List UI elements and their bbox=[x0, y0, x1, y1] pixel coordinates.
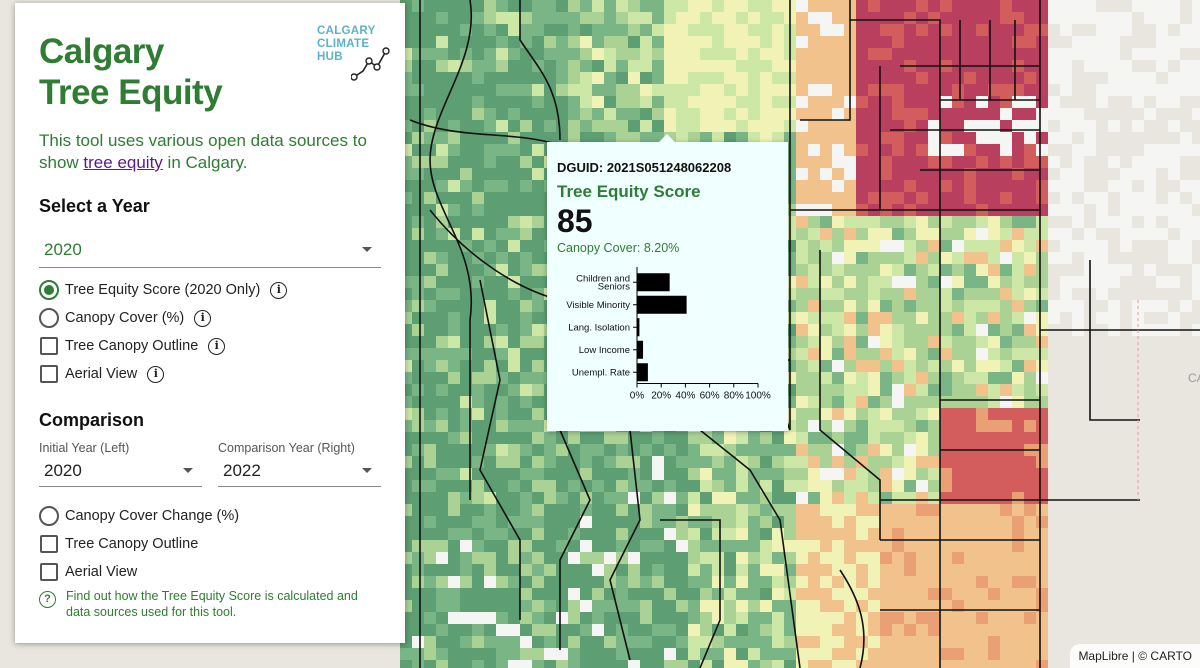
comparison-layer-label: Canopy Cover Change (%) bbox=[65, 508, 240, 524]
map-label: CARTO bbox=[1188, 371, 1200, 385]
layer-option-tree-canopy-outline[interactable]: Tree Canopy Outline i bbox=[39, 332, 381, 360]
chevron-down-icon bbox=[362, 247, 372, 252]
radio-canopy-cover[interactable] bbox=[39, 308, 59, 328]
radio-canopy-cover-change[interactable] bbox=[39, 506, 59, 526]
comparison-options: Canopy Cover Change (%) Tree Canopy Outl… bbox=[39, 502, 381, 586]
map-popup: DGUID: 2021S051248062208 Tree Equity Sco… bbox=[547, 134, 788, 431]
side-panel: Calgary Tree Equity CALGARY CLIMATE HUB … bbox=[15, 3, 405, 643]
chart-x-tick-label: 0% bbox=[630, 391, 645, 402]
chart-x-tick-label: 100% bbox=[745, 391, 771, 402]
checkbox-comparison-tree-canopy-outline[interactable] bbox=[40, 535, 58, 553]
popup-score: 85 bbox=[557, 203, 593, 239]
comparison-option-canopy-change[interactable]: Canopy Cover Change (%) bbox=[39, 502, 381, 530]
calgary-climate-hub-logo[interactable]: CALGARY CLIMATE HUB bbox=[317, 25, 390, 81]
initial-year-group: Initial Year (Left) 2020 bbox=[39, 441, 202, 487]
year-heading: Select a Year bbox=[39, 196, 150, 216]
layer-option-tree-equity-score[interactable]: Tree Equity Score (2020 Only) i bbox=[39, 276, 381, 304]
checkbox-aerial-view[interactable] bbox=[40, 365, 58, 383]
layer-label: Tree Canopy Outline bbox=[65, 338, 199, 354]
comparison-year-select[interactable]: 2022 bbox=[218, 455, 381, 487]
network-icon bbox=[351, 47, 390, 81]
tree-equity-link[interactable]: tree equity bbox=[83, 153, 162, 172]
comparison-year-group: Comparison Year (Right) 2022 bbox=[218, 441, 381, 487]
layer-label: Aerial View bbox=[65, 366, 138, 382]
intro-text: This tool uses various open data sources… bbox=[39, 130, 379, 174]
chart-category-label: Seniors bbox=[598, 281, 630, 292]
layer-label: Tree Equity Score (2020 Only) bbox=[65, 282, 261, 298]
chart-category-label: Visible Minority bbox=[566, 300, 630, 311]
info-icon[interactable]: i bbox=[194, 309, 212, 327]
layer-option-canopy-cover[interactable]: Canopy Cover (%) i bbox=[39, 304, 381, 332]
help-icon: ? bbox=[39, 591, 56, 608]
logo-line-1: CALGARY bbox=[317, 25, 376, 37]
comparison-selects: Initial Year (Left) 2020 Comparison Year… bbox=[39, 441, 381, 487]
year-select[interactable]: 2020 bbox=[39, 232, 381, 268]
chart-bar bbox=[637, 340, 644, 359]
chart-category-label: Unempl. Rate bbox=[572, 367, 630, 378]
popup-canopy-cover: Canopy Cover: 8.20% bbox=[557, 241, 680, 255]
chevron-down-icon bbox=[362, 468, 372, 473]
comparison-heading: Comparison bbox=[39, 410, 145, 430]
initial-year-select[interactable]: 2020 bbox=[39, 455, 202, 487]
chart-bar bbox=[637, 363, 648, 382]
layer-options: Tree Equity Score (2020 Only) i Canopy C… bbox=[39, 276, 381, 388]
methodology-note-text: Find out how the Tree Equity Score is ca… bbox=[66, 589, 358, 619]
chevron-down-icon bbox=[183, 468, 193, 473]
info-icon[interactable]: i bbox=[270, 281, 288, 299]
comparison-option-tree-canopy-outline[interactable]: Tree Canopy Outline bbox=[39, 530, 381, 558]
popup-dguid: DGUID: 2021S051248062208 bbox=[557, 160, 732, 175]
chart-x-tick-label: 40% bbox=[675, 391, 695, 402]
popup-tip bbox=[659, 134, 675, 142]
chart-x-tick-label: 20% bbox=[651, 391, 671, 402]
intro-suffix: in Calgary. bbox=[162, 153, 248, 172]
methodology-note[interactable]: ? Find out how the Tree Equity Score is … bbox=[39, 588, 379, 620]
chart-bar bbox=[637, 318, 640, 337]
popup-bar-chart: Children andSeniorsVisible MinorityLang.… bbox=[566, 267, 771, 402]
initial-year-label: Initial Year (Left) bbox=[39, 441, 130, 455]
comparison-year-label: Comparison Year (Right) bbox=[218, 441, 355, 455]
chart-bar bbox=[637, 273, 670, 292]
comparison-layer-label: Tree Canopy Outline bbox=[65, 536, 199, 552]
chart-x-tick-label: 60% bbox=[700, 391, 720, 402]
info-icon[interactable]: i bbox=[147, 365, 165, 383]
map-attribution[interactable]: MapLibre | © CARTO bbox=[1070, 644, 1200, 668]
radio-tree-equity-score[interactable] bbox=[39, 280, 59, 300]
checkbox-tree-canopy-outline[interactable] bbox=[40, 337, 58, 355]
year-select-value: 2020 bbox=[44, 240, 82, 259]
initial-year-value: 2020 bbox=[44, 461, 82, 480]
chart-bar bbox=[637, 295, 687, 314]
chart-x-tick-label: 80% bbox=[724, 391, 744, 402]
checkbox-comparison-aerial-view[interactable] bbox=[40, 563, 58, 581]
chart-category-label: Lang. Isolation bbox=[568, 322, 630, 333]
info-icon[interactable]: i bbox=[208, 337, 226, 355]
comparison-layer-label: Aerial View bbox=[65, 564, 138, 580]
comparison-year-value: 2022 bbox=[223, 461, 261, 480]
layer-label: Canopy Cover (%) bbox=[65, 310, 185, 326]
comparison-option-aerial-view[interactable]: Aerial View bbox=[39, 558, 381, 586]
popup-score-label: Tree Equity Score bbox=[557, 182, 701, 201]
chart-category-label: Low Income bbox=[579, 345, 630, 356]
layer-option-aerial-view[interactable]: Aerial View i bbox=[39, 360, 381, 388]
